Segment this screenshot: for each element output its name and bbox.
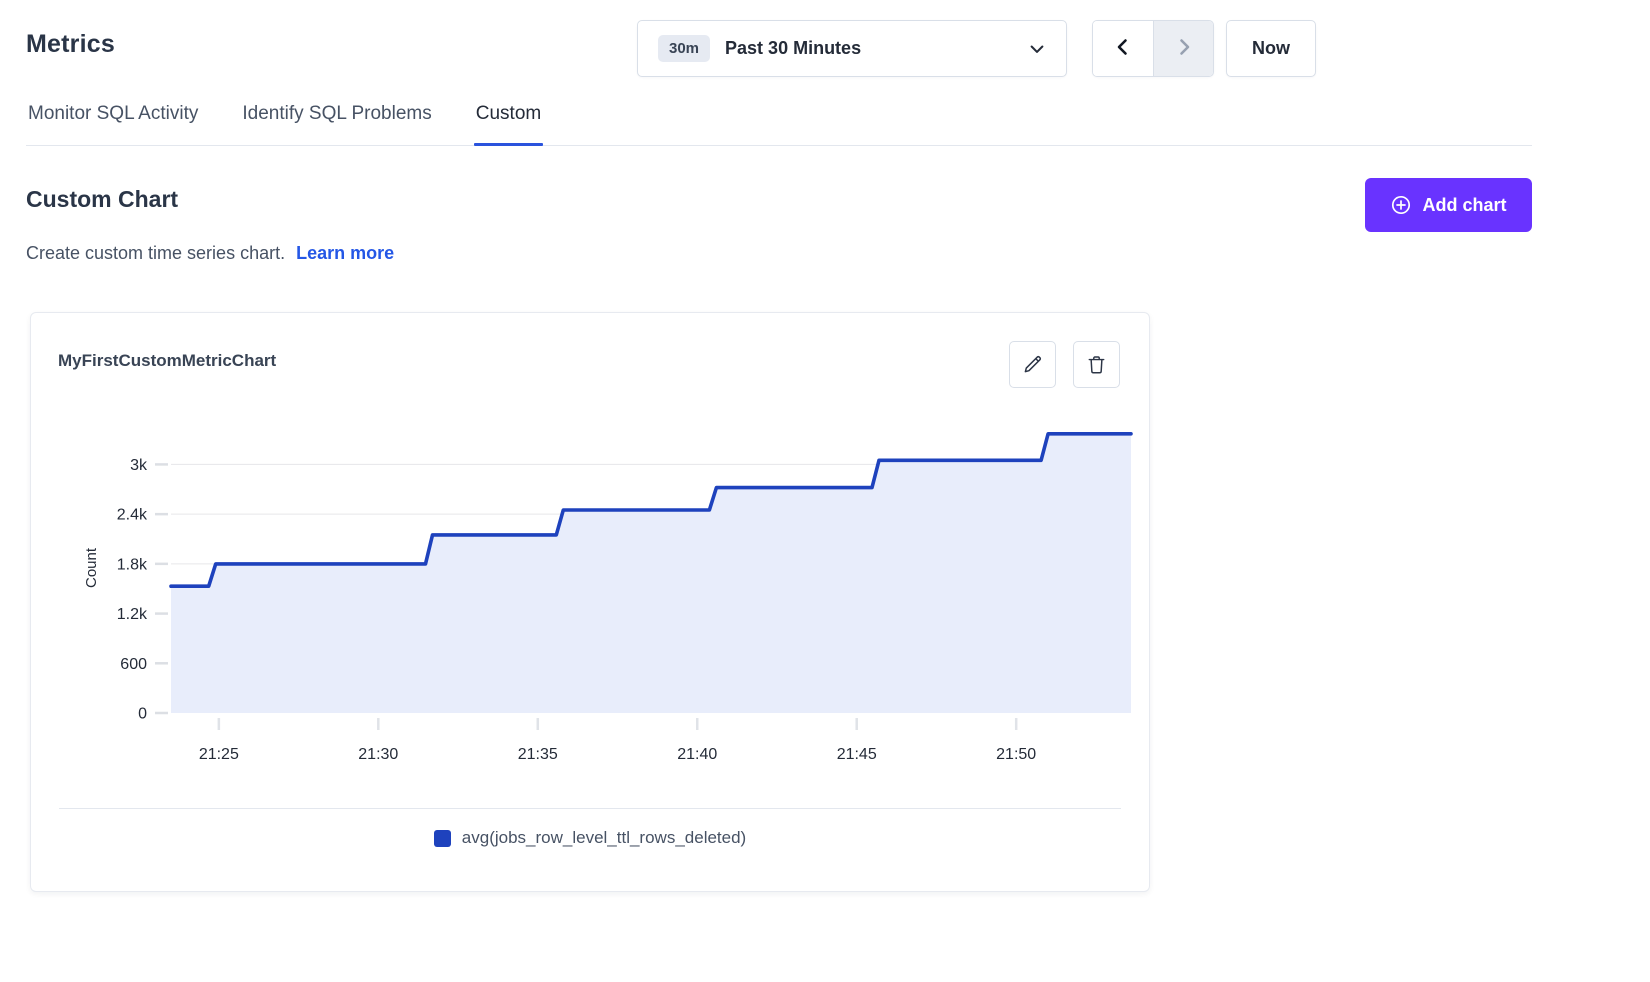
add-chart-button[interactable]: Add chart [1365, 178, 1532, 232]
time-range-dropdown[interactable]: 30m Past 30 Minutes [637, 20, 1067, 77]
svg-text:3k: 3k [130, 457, 148, 474]
time-range-label: Past 30 Minutes [725, 38, 861, 59]
metrics-page: Metrics 30m Past 30 Minutes Now Monitor … [0, 0, 1650, 982]
chevron-left-icon [1113, 37, 1133, 60]
svg-text:21:30: 21:30 [358, 746, 398, 763]
now-button[interactable]: Now [1226, 20, 1316, 77]
tab-custom[interactable]: Custom [474, 101, 543, 145]
svg-text:2.4k: 2.4k [117, 507, 148, 524]
svg-text:0: 0 [138, 706, 147, 723]
svg-text:21:50: 21:50 [996, 746, 1036, 763]
next-time-button-disabled[interactable] [1153, 21, 1213, 76]
previous-time-button[interactable] [1093, 21, 1153, 76]
chart-svg: 0 600 1.2k 1.8k 2.4k 3k 21:25 21:30 21:35 21:40 21… [76, 413, 1151, 781]
chevron-down-icon [1028, 40, 1046, 58]
svg-text:21:35: 21:35 [518, 746, 558, 763]
add-chart-label: Add chart [1422, 195, 1506, 216]
trash-icon [1086, 354, 1107, 375]
time-range-badge: 30m [658, 35, 710, 62]
metrics-tabs: Monitor SQL Activity Identify SQL Proble… [26, 101, 1532, 146]
custom-metric-chart-card: MyFirstCustomMetricChart 0 600 1.2k 1.8k 2.4… [30, 312, 1150, 892]
page-title: Metrics [26, 30, 115, 59]
tab-monitor-sql-activity[interactable]: Monitor SQL Activity [26, 101, 200, 145]
svg-text:21:40: 21:40 [677, 746, 717, 763]
active-tab-underline [474, 143, 543, 146]
plus-circle-icon [1390, 194, 1412, 216]
tab-identify-sql-problems[interactable]: Identify SQL Problems [240, 101, 433, 145]
edit-chart-button[interactable] [1009, 341, 1056, 388]
chart-legend: avg(jobs_row_level_ttl_rows_deleted) [31, 828, 1149, 848]
svg-text:21:45: 21:45 [837, 746, 877, 763]
learn-more-link[interactable]: Learn more [296, 243, 394, 263]
custom-chart-description: Create custom time series chart. Learn m… [26, 243, 394, 264]
legend-color-swatch [434, 830, 451, 847]
chart-title: MyFirstCustomMetricChart [58, 351, 276, 371]
description-text: Create custom time series chart. [26, 243, 285, 263]
svg-text:21:25: 21:25 [199, 746, 239, 763]
delete-chart-button[interactable] [1073, 341, 1120, 388]
time-pager [1092, 20, 1214, 77]
legend-series-label: avg(jobs_row_level_ttl_rows_deleted) [462, 828, 746, 848]
svg-text:1.2k: 1.2k [117, 606, 148, 623]
svg-text:600: 600 [120, 656, 147, 673]
tab-custom-label: Custom [476, 103, 541, 124]
custom-chart-heading: Custom Chart [26, 186, 178, 213]
chevron-right-icon [1174, 37, 1194, 60]
svg-text:Count: Count [83, 547, 100, 588]
pencil-icon [1022, 354, 1043, 375]
svg-text:1.8k: 1.8k [117, 556, 148, 573]
card-divider [59, 808, 1121, 809]
